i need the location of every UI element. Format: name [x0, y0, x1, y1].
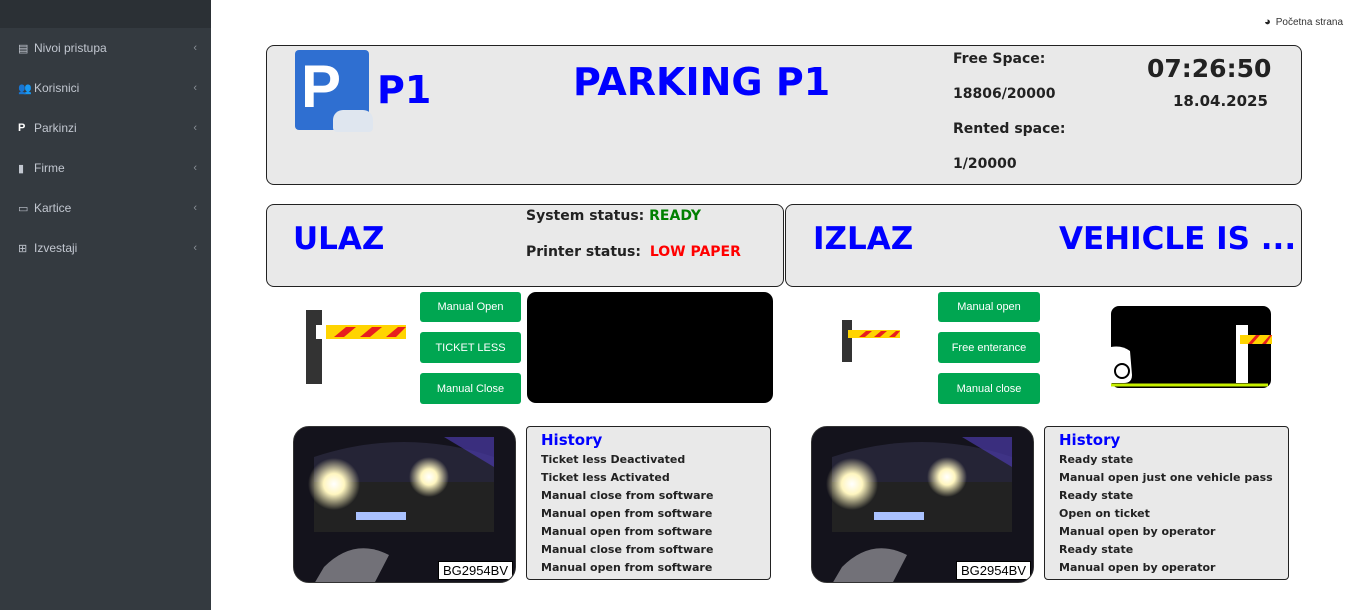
free-space-value: 18806/20000 — [953, 86, 1056, 102]
history-title: History — [1059, 431, 1121, 449]
sidebar-item-label: Firme — [34, 161, 65, 175]
history-item: Manual open from software — [541, 525, 713, 538]
history-item: Manual open by operator — [1059, 561, 1216, 574]
history-title: History — [541, 431, 603, 449]
sidebar-item-label: Izvestaji — [34, 241, 78, 255]
system-status: System status: READY — [526, 208, 701, 224]
history-item: Ready state — [1059, 489, 1134, 502]
history-item: Ready state — [1059, 453, 1134, 466]
table-icon: ⊞ — [18, 242, 28, 255]
sidebar-item-label: Korisnici — [34, 81, 80, 95]
dashboard-icon: ◕ — [1264, 16, 1271, 28]
free-entrance-button[interactable]: Free enterance — [938, 332, 1040, 363]
free-space-label: Free Space: — [953, 51, 1046, 67]
sidebar-item-korisnici[interactable]: 👥 Korisnici ‹ — [0, 68, 211, 108]
rented-space-value: 1/20000 — [953, 156, 1017, 172]
sidebar-item-nivoi-pristupa[interactable]: ▤ Nivoi pristupa ‹ — [0, 28, 211, 68]
chevron-left-icon: ‹ — [193, 122, 197, 134]
sidebar-item-izvestaji[interactable]: ⊞ Izvestaji ‹ — [0, 228, 211, 268]
chevron-left-icon: ‹ — [193, 162, 197, 174]
system-status-label: System status: — [526, 208, 645, 224]
history-item: Manual open just one vehicle pass — [1059, 471, 1273, 484]
chevron-left-icon: ‹ — [193, 82, 197, 94]
exit-barrier-icon — [842, 320, 900, 362]
printer-status-label: Printer status: — [526, 244, 641, 260]
exit-history-panel: History Ready state Manual open just one… — [1044, 426, 1289, 580]
chevron-left-icon: ‹ — [193, 242, 197, 254]
manual-open-button[interactable]: Manual Open — [420, 292, 521, 322]
history-item: Manual open from software — [541, 507, 713, 520]
parking-title: PARKING P1 — [573, 60, 831, 104]
clock-date: 18.04.2025 — [1173, 92, 1268, 110]
id-card-icon: ▤ — [18, 42, 29, 55]
system-status-value: READY — [649, 208, 702, 224]
parking-logo-icon: P — [295, 50, 373, 132]
sidebar-item-label: Nivoi pristupa — [34, 41, 107, 55]
users-icon: 👥 — [18, 82, 32, 95]
exit-status-panel: IZLAZ VEHICLE IS ... — [785, 204, 1302, 287]
parking-header-panel: P P1 PARKING P1 Free Space: 18806/20000 … — [266, 45, 1302, 185]
clock-time: 07:26:50 — [1147, 54, 1272, 83]
printer-status: Printer status: LOW PAPER — [526, 244, 741, 260]
history-item: Ticket less Activated — [541, 471, 670, 484]
briefcase-icon: ▮ — [18, 162, 25, 175]
license-plate-label: BG2954BV — [437, 561, 513, 580]
history-item: Open on ticket — [1059, 507, 1150, 520]
sidebar-item-firme[interactable]: ▮ Firme ‹ — [0, 148, 211, 188]
home-link-label: Početna strana — [1275, 16, 1343, 28]
sidebar-brand-area — [0, 0, 211, 28]
entrance-history-panel: History Ticket less Deactivated Ticket l… — [526, 426, 771, 580]
exit-vehicle-display — [1111, 306, 1272, 388]
entrance-title: ULAZ — [293, 221, 385, 257]
parking-code: P1 — [377, 68, 432, 112]
entrance-display-screen — [527, 292, 773, 403]
credit-card-icon: ▭ — [18, 202, 29, 215]
sidebar-item-label: Parkinzi — [34, 121, 77, 135]
history-item: Manual close from software — [541, 543, 714, 556]
ticket-less-button[interactable]: TICKET LESS — [420, 332, 521, 363]
chevron-left-icon: ‹ — [193, 42, 197, 54]
sidebar: ▤ Nivoi pristupa ‹ 👥 Korisnici ‹ P Parki… — [0, 0, 211, 610]
entrance-camera-image: BG2954BV — [293, 426, 516, 583]
exit-manual-open-button[interactable]: Manual open — [938, 292, 1040, 322]
rented-space-label: Rented space: — [953, 121, 1066, 137]
entrance-status-panel: ULAZ System status: READY Printer status… — [266, 204, 784, 287]
history-item: Ticket less Deactivated — [541, 453, 686, 466]
parking-icon: P — [18, 122, 26, 134]
history-item: Manual close from software — [541, 489, 714, 502]
sidebar-item-parkinzi[interactable]: P Parkinzi ‹ — [0, 108, 211, 148]
sidebar-item-kartice[interactable]: ▭ Kartice ‹ — [0, 188, 211, 228]
manual-close-button[interactable]: Manual Close — [420, 373, 521, 404]
chevron-left-icon: ‹ — [193, 202, 197, 214]
entrance-barrier-icon — [306, 310, 406, 384]
history-item: Ready state — [1059, 543, 1134, 556]
license-plate-label: BG2954BV — [955, 561, 1031, 580]
exit-title: IZLAZ — [813, 221, 914, 257]
sidebar-item-label: Kartice — [34, 201, 72, 215]
vehicle-status: VEHICLE IS ... — [1059, 221, 1297, 257]
history-item: Manual open by operator — [1059, 525, 1216, 538]
printer-status-value: LOW PAPER — [649, 244, 741, 260]
home-link[interactable]: ◕ Početna strana — [1264, 16, 1343, 28]
exit-camera-image: BG2954BV — [811, 426, 1034, 583]
exit-manual-close-button[interactable]: Manual close — [938, 373, 1040, 404]
history-item: Manual open from software — [541, 561, 713, 574]
